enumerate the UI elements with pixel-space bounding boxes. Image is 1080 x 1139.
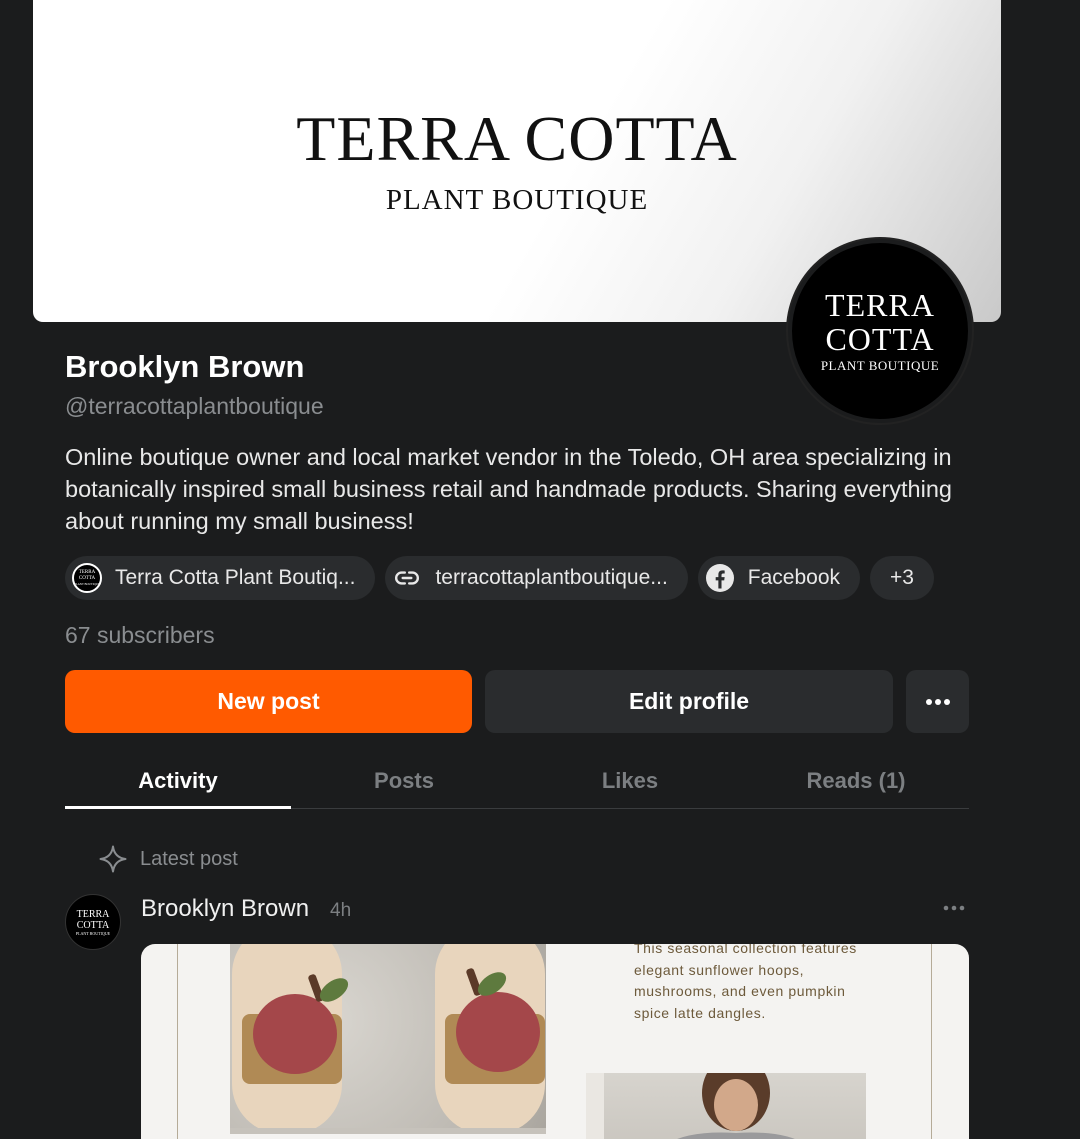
profile-tabs: Activity Posts Likes Reads (1): [65, 762, 969, 809]
latest-post-label: Latest post: [140, 847, 238, 870]
link-chip-facebook[interactable]: Facebook: [697, 556, 861, 600]
link-icon: [391, 562, 423, 594]
post-author-name[interactable]: Brooklyn Brown: [141, 895, 309, 923]
avatar-text-line1: TERRA: [825, 287, 935, 323]
link-chip-label: terracottaplantboutique...: [435, 566, 668, 589]
profile-links: TERRA COTTA PLANT BOUTIQUE Terra Cotta P…: [65, 556, 934, 600]
profile-handle: @terracottaplantboutique: [65, 393, 324, 419]
new-post-button[interactable]: New post: [65, 670, 472, 733]
link-chip-label: Terra Cotta Plant Boutiq...: [115, 566, 356, 589]
link-chip-label: Facebook: [747, 566, 841, 589]
tab-activity[interactable]: Activity: [65, 762, 291, 809]
link-chip-publication[interactable]: TERRA COTTA PLANT BOUTIQUE Terra Cotta P…: [65, 556, 376, 600]
profile-name: Brooklyn Brown: [65, 349, 305, 384]
card-frame-line: [177, 944, 178, 1139]
sweatshirt-photo: [586, 1073, 866, 1139]
facebook-icon: [704, 562, 736, 594]
card-frame-line: [931, 944, 932, 1139]
link-chip-website[interactable]: terracottaplantboutique...: [385, 556, 688, 600]
avatar-text-line3: PLANT BOUTIQUE: [820, 358, 940, 373]
tab-reads[interactable]: Reads (1): [743, 762, 969, 808]
edit-profile-button[interactable]: Edit profile: [485, 670, 893, 733]
avatar-text-line2: COTTA: [825, 321, 935, 357]
ellipsis-icon: [943, 905, 965, 911]
link-chip-more[interactable]: +3: [870, 556, 934, 600]
profile-avatar[interactable]: TERRA COTTA PLANT BOUTIQUE: [788, 239, 972, 423]
ellipsis-icon: [925, 698, 950, 705]
banner-title: TERRA COTTA: [296, 103, 738, 174]
profile-bio: Online boutique owner and local market v…: [65, 444, 952, 534]
post-timestamp: 4h: [330, 900, 352, 921]
post-preview-card[interactable]: This seasonal collection features elegan…: [141, 944, 969, 1139]
banner-subtitle: PLANT BOUTIQUE: [385, 184, 649, 216]
subscriber-count[interactable]: 67 subscribers: [65, 622, 215, 649]
tab-likes[interactable]: Likes: [517, 762, 743, 808]
latest-post-header: Latest post: [98, 844, 238, 874]
more-options-button[interactable]: [906, 670, 969, 733]
publication-logo-icon: TERRA COTTA PLANT BOUTIQUE: [71, 562, 103, 594]
earrings-photo: [230, 944, 546, 1134]
post-more-button[interactable]: [938, 894, 970, 922]
post-author-avatar[interactable]: TERRA COTTA PLANT BOUTIQUE: [65, 894, 121, 950]
sparkle-icon: [99, 845, 127, 873]
tab-posts[interactable]: Posts: [291, 762, 517, 808]
post-excerpt: This seasonal collection features elegan…: [634, 944, 857, 1021]
